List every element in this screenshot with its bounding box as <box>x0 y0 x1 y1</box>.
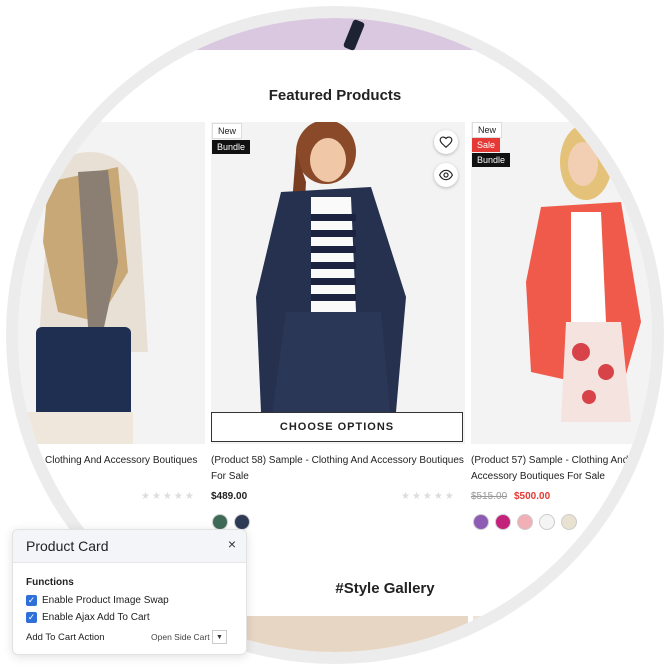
wishlist-button[interactable] <box>434 130 458 154</box>
featured-products-title: Featured Products <box>268 87 402 104</box>
color-swatch-purple[interactable] <box>473 514 489 530</box>
quickview-button[interactable] <box>434 163 458 187</box>
badge-new-right: New <box>472 122 503 138</box>
badge-new-middle: New <box>212 123 243 139</box>
panel-title: Product Card <box>26 538 109 554</box>
color-swatch-green[interactable] <box>212 514 228 530</box>
checkbox-checked-icon[interactable]: ✓ <box>26 612 37 623</box>
product-title-left[interactable]: Clothing And Accessory Boutiques <box>45 453 215 469</box>
badge-bundle-right: Bundle <box>472 153 511 167</box>
checkbox-checked-icon[interactable]: ✓ <box>26 595 37 606</box>
option-ajax-cart[interactable]: ✓ Enable Ajax Add To Cart <box>26 612 150 623</box>
product-price-middle: $489.00 <box>211 491 248 502</box>
color-swatch-white[interactable] <box>539 514 555 530</box>
option-label: Enable Ajax Add To Cart <box>42 612 150 623</box>
option-label: Enable Product Image Swap <box>42 595 169 606</box>
chevron-down-icon[interactable]: ▼ <box>212 630 227 644</box>
close-icon[interactable]: × <box>228 536 236 552</box>
color-swatch-magenta[interactable] <box>495 514 511 530</box>
top-banner-image <box>18 18 652 52</box>
rating-stars-middle: ★★★★★ <box>401 491 456 502</box>
product-image-middle[interactable] <box>211 122 465 444</box>
add-to-cart-action-select[interactable]: Open Side Cart <box>151 632 210 642</box>
option-image-swap[interactable]: ✓ Enable Product Image Swap <box>26 595 169 606</box>
functions-heading: Functions <box>26 577 74 588</box>
badge-bundle-middle: Bundle <box>212 140 251 154</box>
color-swatch-navy[interactable] <box>234 514 250 530</box>
badge-sale-right: Sale <box>472 138 501 152</box>
product-title-right[interactable]: (Product 57) Sample - Clothing And Acces… <box>471 453 631 485</box>
product-old-price-right: $515.00 <box>471 491 508 502</box>
heart-icon <box>439 136 453 149</box>
product-sale-price-right: $500.00 <box>514 491 551 502</box>
eye-icon <box>439 169 453 181</box>
pen-image <box>342 18 366 52</box>
color-swatch-beige[interactable] <box>561 514 577 530</box>
product-title-middle[interactable]: (Product 58) Sample - Clothing And Acces… <box>211 453 466 485</box>
gallery-image-2[interactable] <box>473 616 553 652</box>
product-image-right[interactable] <box>471 122 652 444</box>
product-image-left[interactable] <box>18 122 205 444</box>
add-to-cart-action-label: Add To Cart Action <box>26 632 105 643</box>
panel-header: Product Card × <box>13 530 246 563</box>
gallery-image-1[interactable] <box>243 616 468 652</box>
color-swatch-pink[interactable] <box>517 514 533 530</box>
choose-options-button[interactable]: CHOOSE OPTIONS <box>211 412 463 442</box>
rating-stars-left: ★★★★★ <box>141 491 196 502</box>
product-card-panel: Product Card × Functions ✓ Enable Produc… <box>12 529 247 655</box>
